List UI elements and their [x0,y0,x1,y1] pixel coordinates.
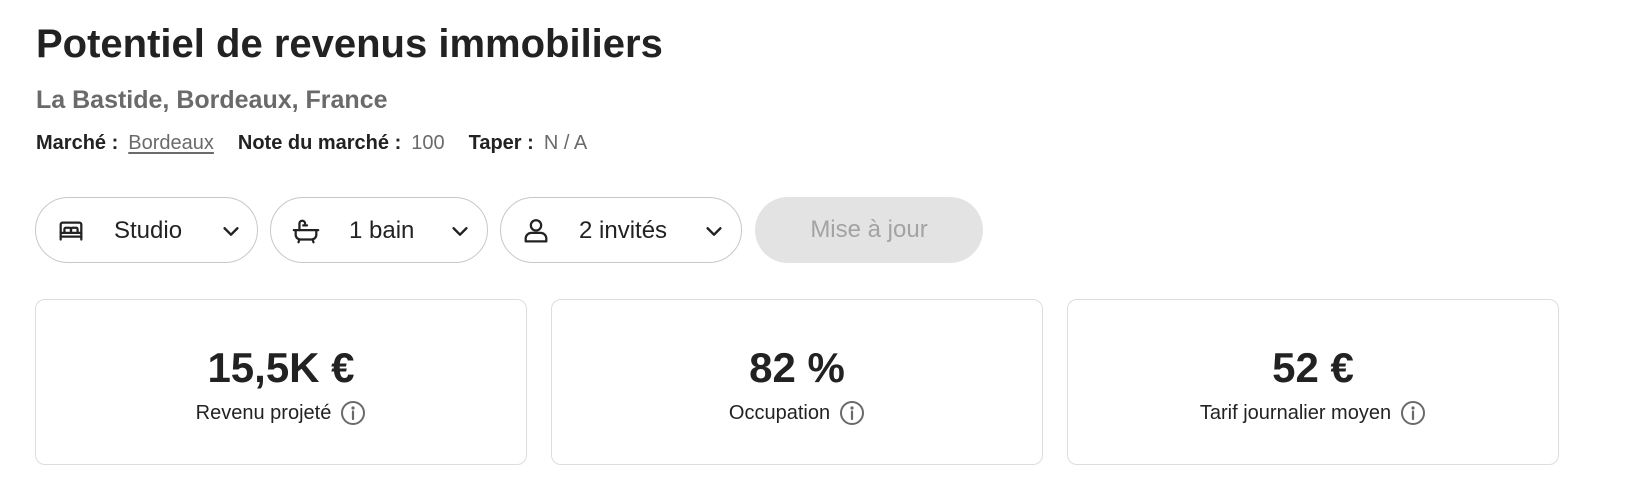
market-score-value: 100 [411,132,445,154]
market-label: Marché : [36,132,119,154]
chevron-down-icon [706,227,722,236]
type-label: Taper : [468,132,534,154]
bed-icon [59,221,83,241]
market-link[interactable]: Bordeaux [128,132,214,155]
chevron-down-icon [223,227,239,236]
stat-value: 15,5K € [207,344,355,391]
market-score-label: Note du marché : [237,132,402,154]
info-icon[interactable] [1400,400,1426,426]
bathtub-icon [292,219,320,244]
stat-label-row: Tarif journalier moyen [1068,400,1558,426]
stat-value: 52 € [1272,344,1354,391]
stat-card-revenue: 15,5K € Revenu projeté [35,299,527,465]
page-title: Potentiel de revenus immobiliers [36,22,663,66]
bedrooms-dropdown[interactable]: Studio [35,197,258,263]
guests-dropdown[interactable]: 2 invités [500,197,742,263]
stat-label-row: Revenu projeté [36,400,526,426]
stat-card-occupancy: 82 % Occupation [551,299,1043,465]
location-subtitle: La Bastide, Bordeaux, France [36,86,388,114]
stat-value: 82 % [749,344,845,391]
bathrooms-dropdown-label: 1 bain [349,217,415,244]
info-icon[interactable] [340,400,366,426]
guests-dropdown-label: 2 invités [579,217,668,244]
chevron-down-icon [452,227,468,236]
stat-label-row: Occupation [552,400,1042,426]
bathrooms-dropdown[interactable]: 1 bain [270,197,488,263]
stat-card-daily-rate: 52 € Tarif journalier moyen [1067,299,1559,465]
stat-label: Occupation [728,401,831,424]
stat-label: Tarif journalier moyen [1199,401,1392,424]
bedrooms-dropdown-label: Studio [114,217,183,244]
type-value: N / A [543,132,588,154]
stat-label: Revenu projeté [195,401,332,424]
market-meta-row: Marché : Bordeaux Note du marché : 100 T… [36,132,611,155]
person-icon [524,219,548,243]
update-button[interactable]: Mise à jour [755,197,983,263]
info-icon[interactable] [839,400,865,426]
